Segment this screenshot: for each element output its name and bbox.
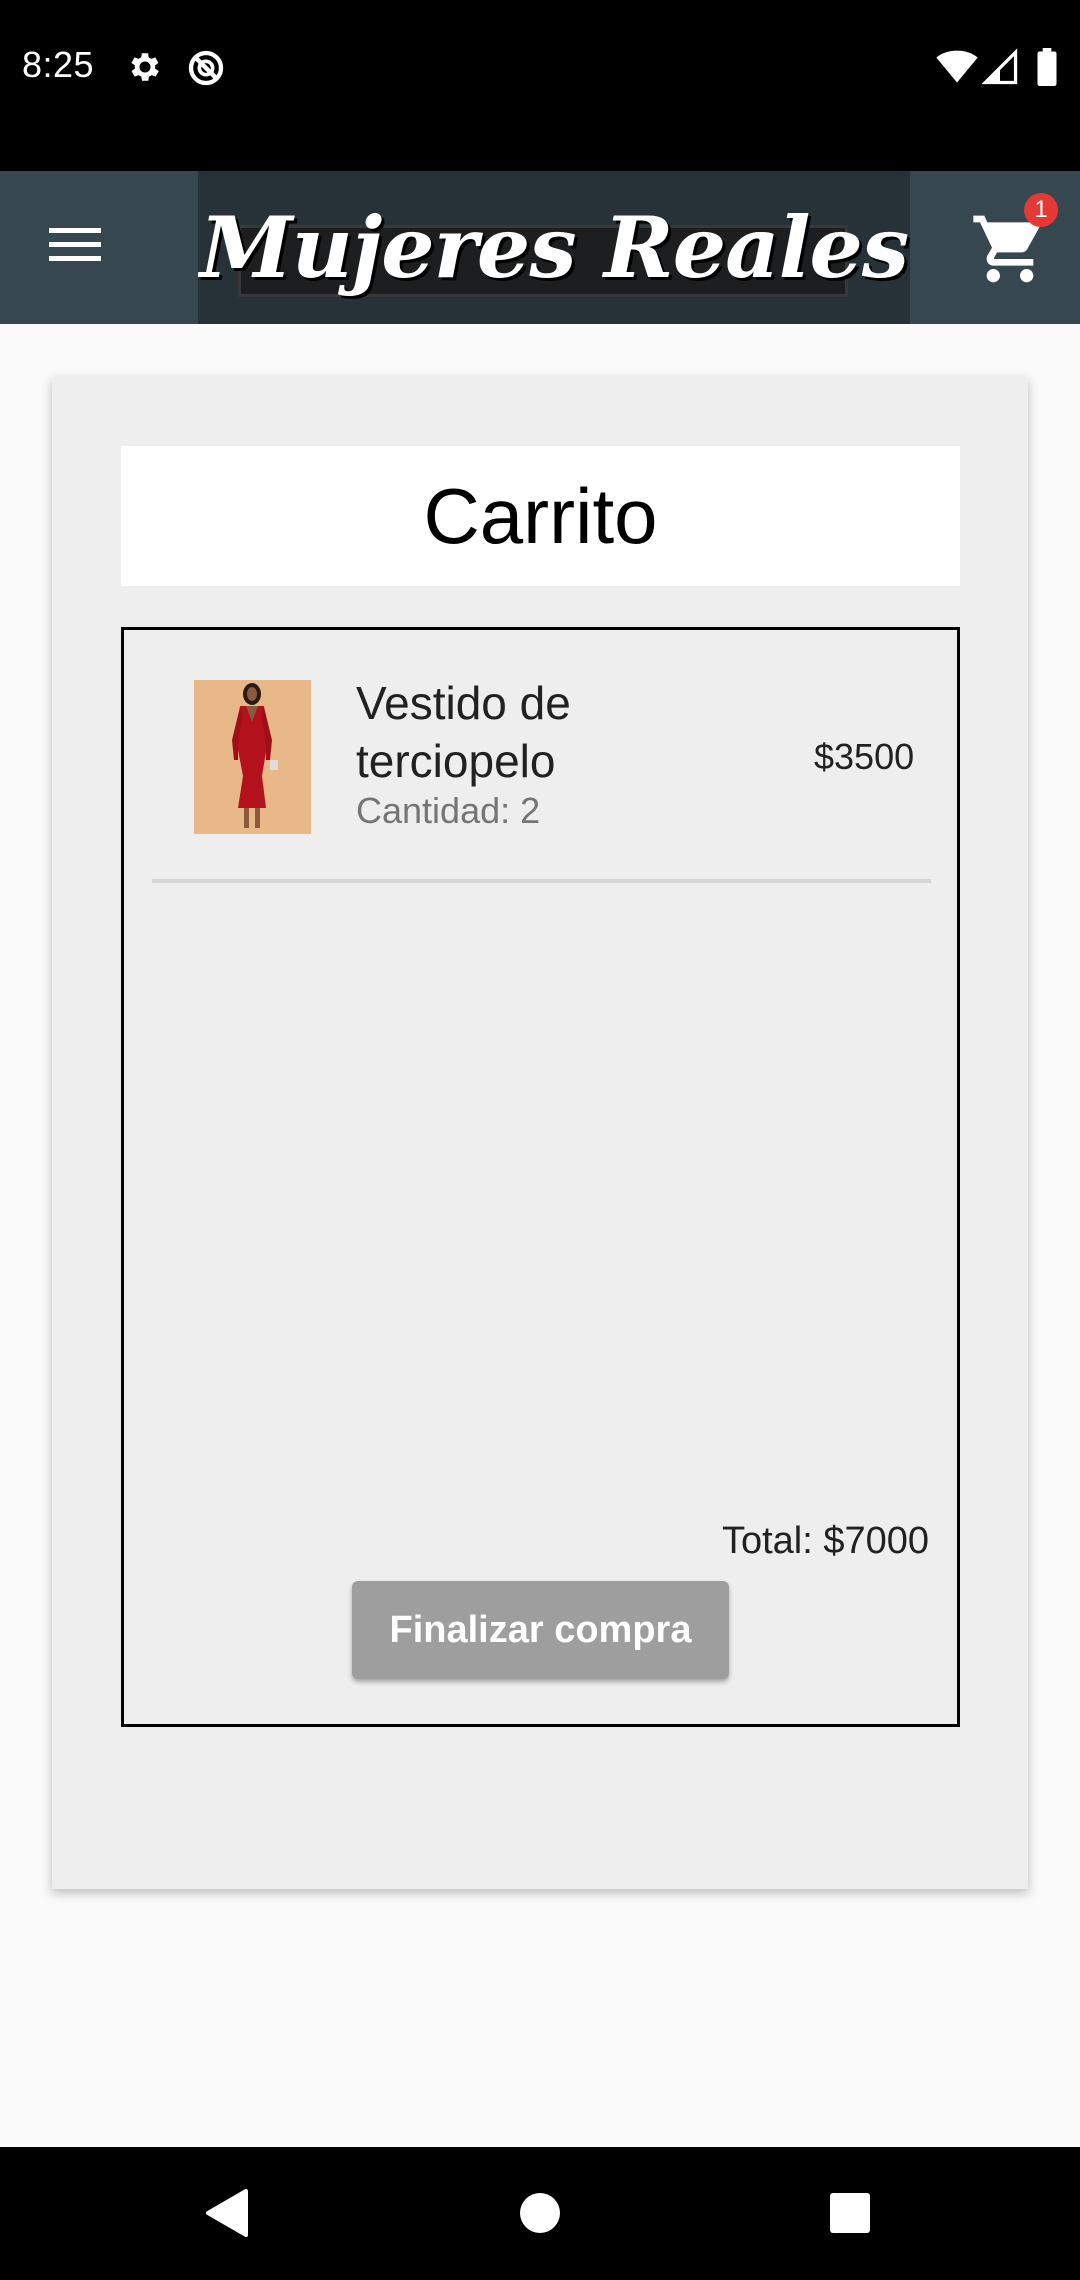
- brand-logo: Mujeres Reales: [198, 171, 910, 324]
- back-icon[interactable]: [204, 2187, 250, 2244]
- settings-icon: [126, 48, 164, 86]
- recents-icon[interactable]: [829, 2187, 871, 2244]
- wifi-icon: [936, 48, 978, 86]
- battery-icon: [1036, 48, 1058, 86]
- product-image: [194, 680, 311, 834]
- cart-badge: 1: [1024, 193, 1058, 227]
- home-icon[interactable]: [519, 2187, 561, 2244]
- app-bar: Mujeres Reales: [0, 171, 1080, 324]
- status-time: 8:25: [22, 44, 95, 85]
- cart-icon: [970, 215, 1050, 293]
- cart-items-list: Vestido de terciopelo Cantidad: 2 $3500 …: [121, 627, 960, 1727]
- status-bar: 8:25: [0, 0, 1080, 171]
- item-divider: [152, 879, 931, 883]
- item-name: Vestido de terciopelo: [356, 677, 571, 787]
- item-price: $3500: [814, 736, 915, 777]
- checkout-button[interactable]: Finalizar compra: [352, 1581, 729, 1679]
- menu-button[interactable]: [40, 211, 112, 283]
- page-title: Carrito: [423, 471, 658, 560]
- cart-card: Carrito Vestido de terciopelo Cantidad: …: [52, 377, 1028, 1889]
- list-item[interactable]: Vestido de terciopelo Cantidad: 2 $3500: [124, 630, 957, 880]
- blocked-icon: [186, 48, 226, 88]
- cart-title-box: Carrito: [121, 446, 960, 586]
- cart-total: Total: $7000: [721, 1520, 929, 1562]
- signal-icon: [982, 48, 1018, 86]
- navigation-bar: [0, 2147, 1080, 2280]
- logo-text: Mujeres Reales: [199, 198, 909, 297]
- item-quantity: Cantidad: 2: [356, 790, 541, 831]
- menu-icon: [49, 225, 103, 270]
